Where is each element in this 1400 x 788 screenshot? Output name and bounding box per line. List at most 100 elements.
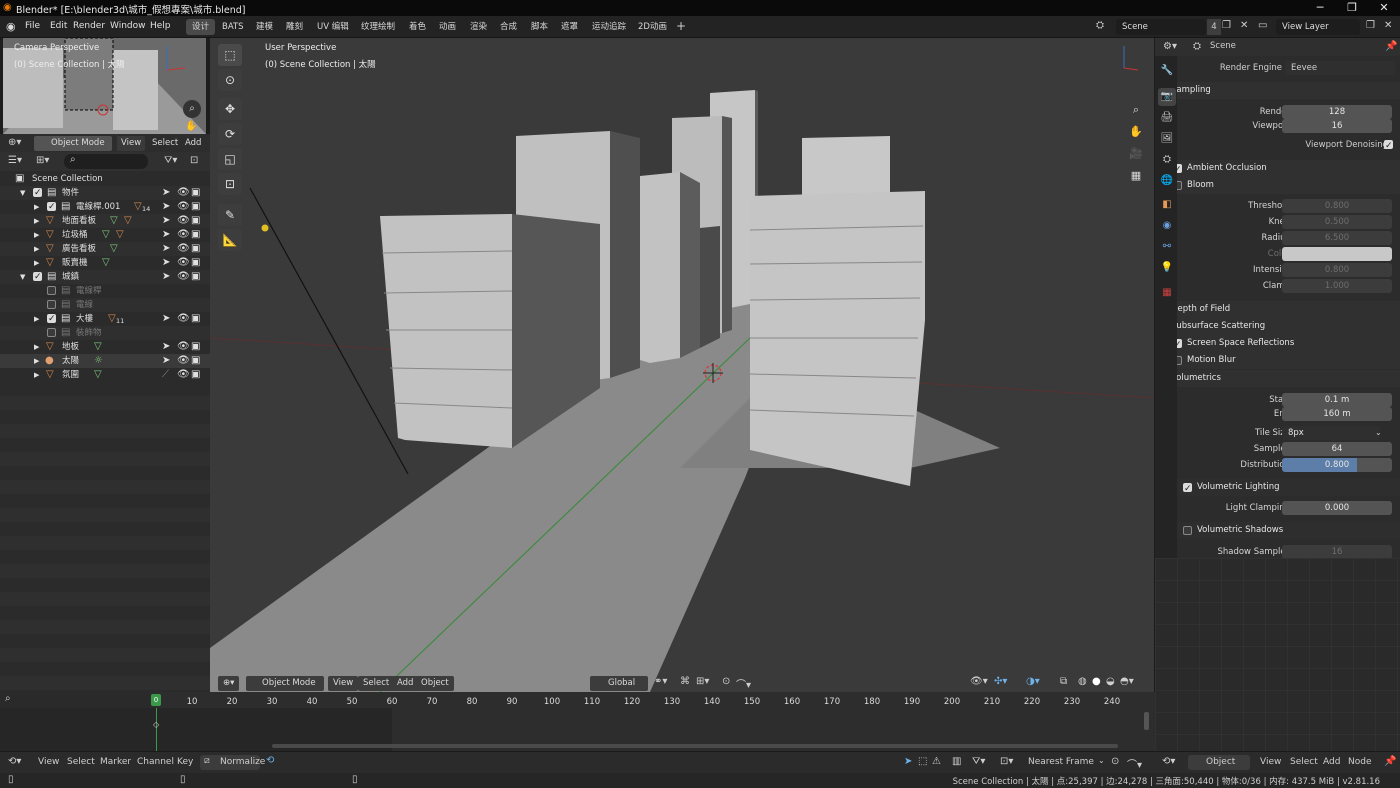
tool-tab-icon[interactable]: 🔧: [1158, 62, 1176, 80]
outliner-row[interactable]: ▶ ▽ 販賣機 ▽ ➤ 👁 ▣: [0, 256, 210, 270]
knee-field[interactable]: 0.500: [1282, 215, 1392, 229]
menu-render[interactable]: Render: [73, 21, 105, 31]
workspace-tab[interactable]: 运动追踪: [586, 19, 632, 35]
menu-window[interactable]: Window: [110, 21, 146, 31]
timeline[interactable]: ⌕ 0 10 20 30 40 50 60 70 80 90 100 110 1…: [0, 692, 1155, 751]
exclude-checkbox[interactable]: [47, 328, 56, 337]
bloom-color-swatch[interactable]: [1282, 247, 1392, 261]
select-arrow-icon[interactable]: ➤: [162, 340, 170, 354]
view-layer-tab-icon[interactable]: 🖼: [1158, 130, 1176, 148]
select-arrow-icon[interactable]: ➤: [162, 270, 170, 284]
timeline-search[interactable]: ⌕: [0, 692, 150, 708]
editor-type-icon[interactable]: ⊕▾: [218, 676, 240, 691]
select-box-tool[interactable]: ⬚: [218, 44, 242, 66]
key-menu[interactable]: Key: [177, 757, 193, 767]
pin-icon[interactable]: 📌: [1384, 756, 1396, 767]
cursor-tool[interactable]: ⊙: [218, 69, 242, 91]
object-tab-icon[interactable]: ◧: [1158, 196, 1176, 214]
exclude-checkbox[interactable]: [33, 270, 42, 284]
node-view-menu[interactable]: View: [1260, 757, 1281, 767]
show-hidden-icon[interactable]: ⬚: [918, 756, 927, 767]
exclude-checkbox[interactable]: [47, 300, 56, 309]
falloff-icon[interactable]: ⌒▾: [1127, 756, 1142, 771]
eye-icon[interactable]: 👁: [177, 228, 190, 242]
xray-icon[interactable]: ⧉: [1060, 676, 1067, 687]
scene-selector[interactable]: Scene: [1116, 19, 1206, 35]
marker-menu[interactable]: Marker: [100, 757, 131, 767]
move-tool[interactable]: ✥: [218, 98, 242, 120]
select-arrow-icon[interactable]: ➤: [162, 214, 170, 228]
current-frame-indicator[interactable]: 0: [151, 694, 161, 706]
select-arrow-icon[interactable]: ➤: [162, 242, 170, 256]
close-icon[interactable]: ✕: [1368, 0, 1400, 16]
clamp-field[interactable]: 1.000: [1282, 279, 1392, 293]
select-menu[interactable]: Select: [358, 676, 395, 691]
select-menu[interactable]: Select: [67, 757, 95, 767]
render-icon[interactable]: ▣: [191, 186, 200, 200]
world-tab-icon[interactable]: 🌐: [1158, 172, 1176, 190]
workspace-tab[interactable]: UV 编辑: [311, 19, 355, 35]
node-editor-area[interactable]: [1155, 558, 1400, 751]
channel-menu[interactable]: Channel: [137, 757, 174, 767]
light-data-tab-icon[interactable]: 💡: [1158, 259, 1176, 277]
distribution-slider[interactable]: 0.800: [1282, 458, 1392, 472]
expand-icon[interactable]: ▶: [34, 312, 39, 326]
auto-normalize-icon[interactable]: ⟲: [266, 755, 274, 766]
snap-icon[interactable]: ⌘: [680, 676, 690, 687]
add-menu[interactable]: Add: [181, 136, 205, 151]
select-arrow-icon[interactable]: ➤: [162, 256, 170, 270]
rotate-tool[interactable]: ⟳: [218, 123, 242, 145]
eye-icon[interactable]: 👁: [177, 312, 190, 326]
threshold-field[interactable]: 0.800: [1282, 199, 1392, 213]
material-shading-icon[interactable]: ◒: [1106, 676, 1115, 687]
ao-checkbox[interactable]: [1177, 162, 1182, 179]
texture-tab-icon[interactable]: ▦: [1158, 284, 1176, 302]
properties-editor-icon[interactable]: ⚙▾: [1163, 41, 1177, 52]
bloom-checkbox[interactable]: [1177, 181, 1182, 190]
expand-icon[interactable]: ▶: [34, 200, 39, 214]
viewport-samples-field[interactable]: 16: [1282, 119, 1392, 133]
solid-shading-icon[interactable]: ●: [1092, 676, 1101, 687]
expand-icon[interactable]: ▶: [34, 340, 39, 354]
tile-size-dropdown[interactable]: 8px: [1282, 426, 1380, 440]
outliner-row[interactable]: ▶ ▽ 垃圾桶 ▽ ▽ ➤ 👁 ▣: [0, 228, 210, 242]
view-layer-selector[interactable]: View Layer: [1276, 19, 1360, 35]
light-clamping-field[interactable]: 0.000: [1282, 501, 1392, 515]
eye-icon[interactable]: 👁: [177, 214, 190, 228]
workspace-tab[interactable]: 设计: [186, 19, 216, 35]
render-icon[interactable]: ▣: [191, 368, 200, 382]
workspace-tab[interactable]: 雕刻: [280, 19, 309, 35]
workspace-tab[interactable]: BATS: [216, 19, 250, 35]
workspace-tab[interactable]: 着色: [403, 19, 432, 35]
render-icon[interactable]: ▣: [191, 214, 200, 228]
render-icon[interactable]: ▣: [191, 354, 200, 368]
eye-icon[interactable]: 👁: [177, 242, 190, 256]
volumetric-lighting-section[interactable]: ▼ Volumetric Lighting: [1177, 479, 1400, 498]
annotate-tool[interactable]: ✎: [218, 204, 242, 226]
select-menu[interactable]: Select: [148, 136, 182, 151]
transform-tool[interactable]: ⊡: [218, 173, 242, 195]
render-icon[interactable]: ▣: [191, 200, 200, 214]
expand-icon[interactable]: ▶: [34, 256, 39, 270]
view-menu[interactable]: View: [117, 136, 146, 151]
node-menu[interactable]: Node: [1348, 757, 1372, 767]
select-arrow-icon[interactable]: ⟋: [162, 368, 169, 382]
render-samples-field[interactable]: 128: [1282, 105, 1392, 119]
workspace-tab[interactable]: 动画: [433, 19, 462, 35]
select-arrow-icon[interactable]: ➤: [162, 312, 170, 326]
expand-icon[interactable]: ▶: [34, 214, 39, 228]
render-icon[interactable]: ▣: [191, 312, 200, 326]
3d-viewport[interactable]: User Perspective (0) Scene Collection | …: [210, 38, 1154, 692]
expand-icon[interactable]: ▶: [34, 228, 39, 242]
select-arrow-icon[interactable]: ➤: [162, 186, 170, 200]
select-arrow-icon[interactable]: ➤: [162, 200, 170, 214]
proportional-edit-icon[interactable]: ⊙: [722, 676, 730, 687]
vertical-scrollbar[interactable]: [1144, 712, 1149, 730]
expand-icon[interactable]: ▶: [34, 354, 39, 368]
render-engine-dropdown[interactable]: Eevee: [1285, 61, 1395, 75]
start-field[interactable]: 0.1 m: [1282, 393, 1392, 407]
proportional-icon[interactable]: ⊙: [1111, 756, 1119, 767]
node-select-menu[interactable]: Select: [1290, 757, 1318, 767]
object-mode-dropdown[interactable]: Object Mode: [246, 676, 324, 691]
zoom-icon[interactable]: ⌕: [183, 100, 201, 118]
